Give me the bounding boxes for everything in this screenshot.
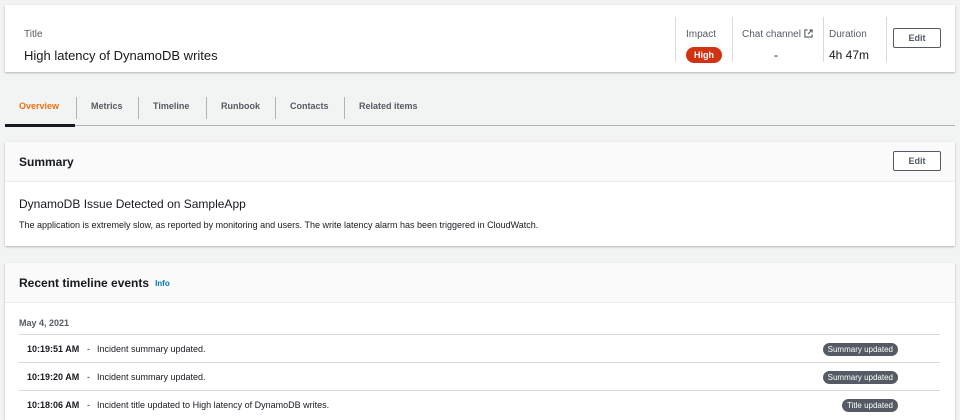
impact-label: Impact [686,29,717,40]
event-time: 10:19:51 AM [27,344,80,354]
event-message: Incident summary updated. [97,372,206,382]
tab-contacts[interactable]: Contacts [290,90,329,126]
timeline-date: May 4, 2021 [19,318,70,328]
tab-timeline[interactable]: Timeline [153,90,189,126]
divider [732,17,733,62]
event-separator: - [87,372,90,382]
impact-badge: High [686,47,722,63]
incident-header: Title High latency of DynamoDB writes Im… [5,5,955,72]
title-label: Title [24,29,43,40]
tab-overview[interactable]: Overview [19,90,59,126]
event-type-badge: Summary updated [822,343,898,356]
edit-header-button[interactable]: Edit [893,28,941,48]
summary-card: Summary Edit DynamoDB Issue Detected on … [5,142,955,246]
event-time: 10:19:20 AM [27,372,80,382]
tab-separator [344,97,345,119]
summary-card-header [5,142,955,182]
event-time: 10:18:06 AM [27,400,80,410]
tab-separator [76,97,77,119]
incident-title: High latency of DynamoDB writes [24,48,218,63]
timeline-event-row: 10:19:51 AM - Incident summary updated. … [19,334,940,362]
event-message: Incident summary updated. [97,344,206,354]
event-separator: - [87,344,90,354]
timeline-title: Recent timeline events Info [19,276,170,290]
edit-summary-button[interactable]: Edit [893,151,941,171]
tab-separator [206,97,207,119]
divider [886,17,887,62]
tab-separator [138,97,139,119]
tab-metrics[interactable]: Metrics [91,90,123,126]
tab-bar: Overview Metrics Timeline Runbook Contac… [5,90,955,127]
timeline-event-row: 10:19:20 AM - Incident summary updated. … [19,362,940,390]
info-link[interactable]: Info [155,279,170,288]
chat-channel-label-text: Chat channel [742,29,801,40]
timeline-event-row: 10:18:06 AM - Incident title updated to … [19,390,940,418]
chat-channel-label: Chat channel [742,29,813,41]
event-separator: - [87,400,90,410]
duration-value: 4h 47m [829,48,870,62]
event-type-badge: Summary updated [822,371,898,384]
divider [675,17,676,62]
event-type-badge: Title updated [842,399,898,412]
summary-title: Summary [19,155,74,169]
event-message: Incident title updated to High latency o… [97,400,330,410]
summary-heading: DynamoDB Issue Detected on SampleApp [19,197,246,211]
summary-text: The application is extremely slow, as re… [19,220,539,230]
timeline-title-text: Recent timeline events [19,276,150,290]
tab-runbook[interactable]: Runbook [221,90,260,126]
duration-label: Duration [829,29,867,40]
timeline-card: Recent timeline events Info May 4, 2021 1… [5,263,955,420]
active-tab-indicator [5,124,75,127]
chat-channel-value: - [774,48,778,62]
external-link-icon[interactable] [804,29,813,41]
divider [823,17,824,62]
tab-related-items[interactable]: Related items [359,90,418,126]
tab-separator [275,97,276,119]
